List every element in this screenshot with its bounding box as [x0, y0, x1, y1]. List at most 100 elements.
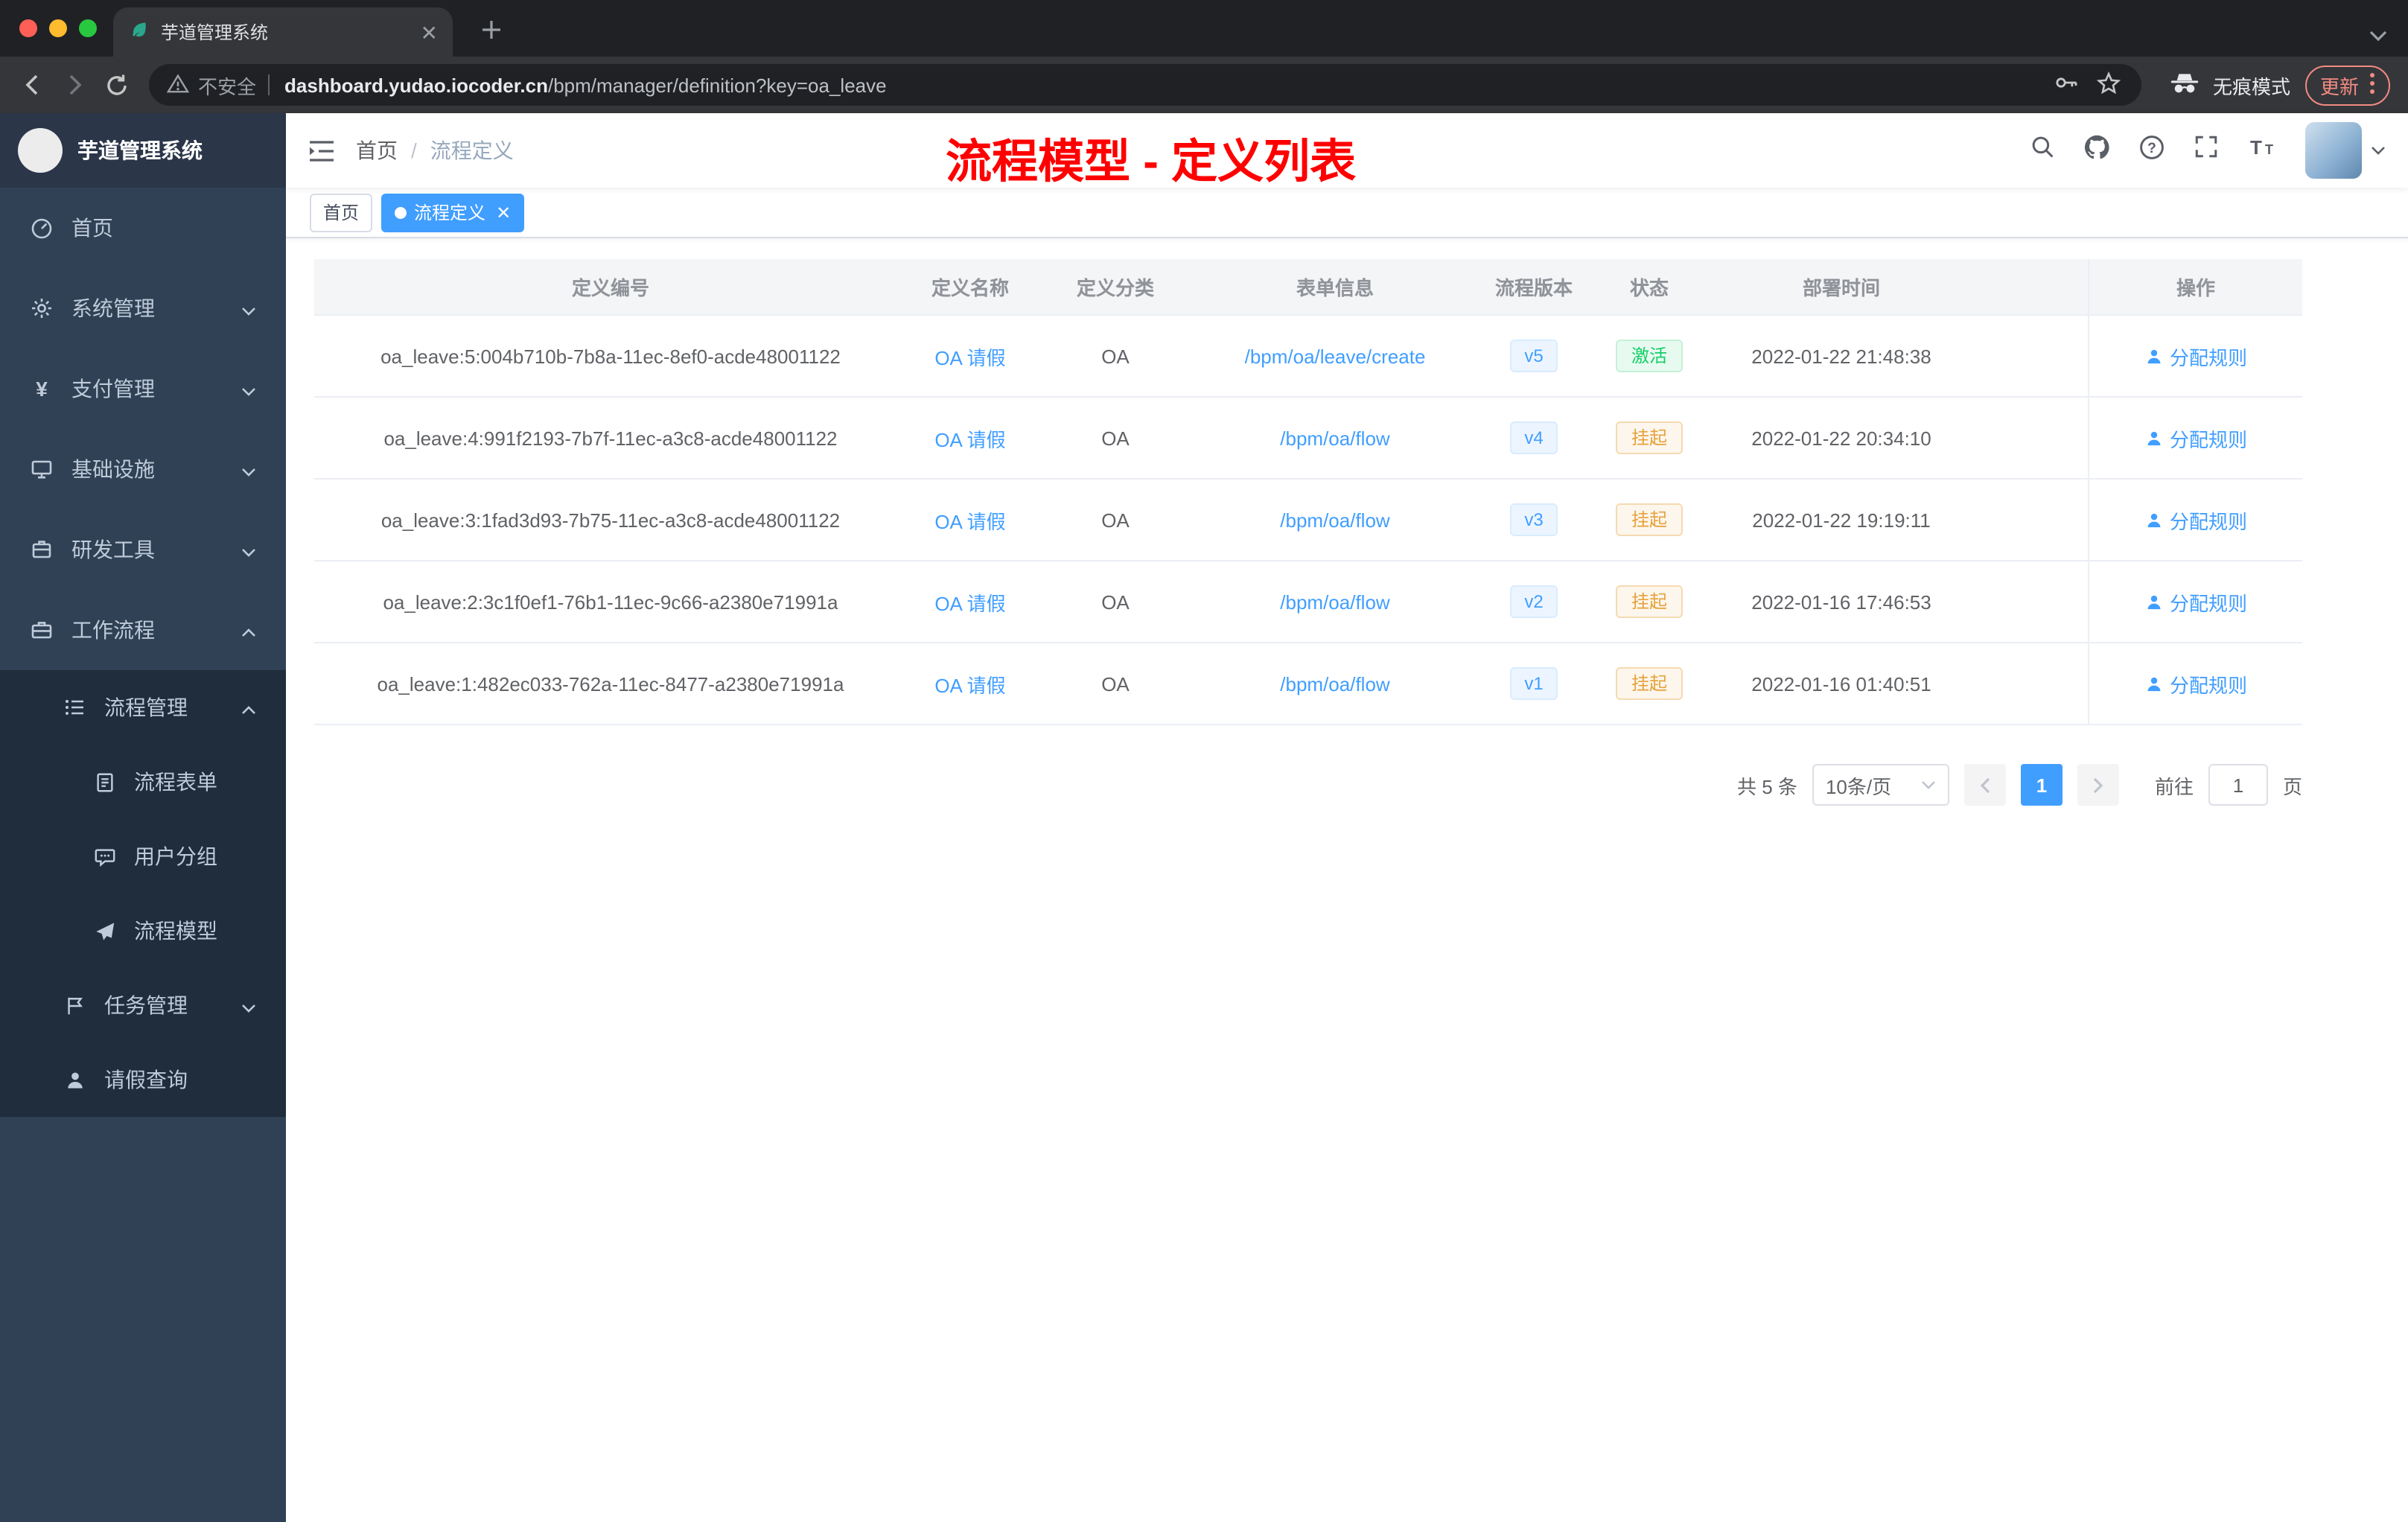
sidebar-item-label: 流程表单	[134, 770, 217, 794]
form-link[interactable]: /bpm/oa/flow	[1197, 561, 1473, 642]
tag-close-icon[interactable]: ✕	[496, 203, 511, 221]
sidebar: 芋道管理系统 首页 系统管理 ¥ 支付管理 基础设施 研发工具 工作流程 流程管…	[0, 113, 286, 1522]
logo-avatar	[18, 128, 63, 173]
definition-name-link[interactable]: OA 请假	[907, 643, 1033, 724]
back-icon[interactable]	[12, 64, 54, 106]
version-tag: v1	[1509, 666, 1558, 701]
sidebar-item-infra[interactable]: 基础设施	[0, 429, 286, 509]
column-header: 部署时间	[1802, 277, 1880, 299]
briefcase-icon	[30, 618, 54, 642]
tab-close-icon[interactable]: ✕	[421, 22, 438, 42]
assign-rule-link[interactable]: 分配规则	[2144, 342, 2247, 370]
tab-search-chevron-icon[interactable]	[2369, 22, 2387, 49]
sidebar-item-label: 基础设施	[71, 457, 155, 481]
chevron-down-icon	[241, 377, 256, 401]
sidebar-item-task-management[interactable]: 任务管理	[0, 968, 286, 1042]
sidebar-item-home[interactable]: 首页	[0, 188, 286, 268]
page-number-button[interactable]: 1	[2020, 764, 2063, 806]
window-controls	[19, 19, 97, 37]
version-cell: v4	[1473, 398, 1595, 478]
font-size-icon[interactable]: TT	[2247, 134, 2277, 167]
definition-name-link[interactable]: OA 请假	[907, 398, 1033, 478]
breadcrumb-home[interactable]: 首页	[356, 136, 398, 165]
assign-rule-link[interactable]: 分配规则	[2144, 424, 2247, 452]
form-link[interactable]: /bpm/oa/leave/create	[1197, 316, 1473, 396]
next-page-button[interactable]	[2077, 764, 2119, 806]
form-document-icon	[92, 770, 116, 794]
tag-process-definition[interactable]: 流程定义 ✕	[381, 193, 525, 232]
form-link[interactable]: /bpm/oa/flow	[1197, 643, 1473, 724]
deploy-time: 2022-01-16 01:40:51	[1751, 672, 1931, 695]
action-cell: 分配规则	[2088, 398, 2302, 478]
sidebar-item-system[interactable]: 系统管理	[0, 268, 286, 348]
window-minimize-button[interactable]	[49, 19, 67, 37]
assign-rule-link[interactable]: 分配规则	[2144, 588, 2247, 616]
sidebar-item-process-form[interactable]: 流程表单	[0, 745, 286, 819]
column-header: 流程版本	[1494, 277, 1573, 299]
definition-id: oa_leave:1:482ec033-762a-11ec-8477-a2380…	[377, 672, 844, 695]
sidebar-item-process-model[interactable]: 流程模型	[0, 894, 286, 968]
user-avatar-menu[interactable]	[2305, 122, 2386, 179]
definition-name-link[interactable]: OA 请假	[907, 480, 1033, 560]
sidebar-item-leave-query[interactable]: 请假查询	[0, 1042, 286, 1117]
table-row: oa_leave:5:004b710b-7b8a-11ec-8ef0-acde4…	[314, 316, 2302, 398]
definition-category: OA	[1101, 345, 1130, 367]
sidebar-item-payment[interactable]: ¥ 支付管理	[0, 348, 286, 429]
definition-name-link[interactable]: OA 请假	[907, 561, 1033, 642]
tab-favicon-leaf-icon	[128, 19, 149, 45]
github-icon[interactable]	[2083, 133, 2110, 168]
sidebar-toggle-hamburger-icon[interactable]	[308, 139, 335, 162]
breadcrumb-current: 流程定义	[430, 138, 514, 162]
definition-name-link[interactable]: OA 请假	[907, 316, 1033, 396]
definition-id: oa_leave:4:991f2193-7b7f-11ec-a3c8-acde4…	[383, 427, 838, 449]
sidebar-item-label: 任务管理	[104, 993, 188, 1017]
search-icon[interactable]	[2030, 134, 2055, 167]
password-key-icon[interactable]	[2054, 71, 2079, 98]
table-row: oa_leave:4:991f2193-7b7f-11ec-a3c8-acde4…	[314, 398, 2302, 480]
browser-menu-dots-icon[interactable]	[2369, 71, 2375, 99]
sidebar-item-label: 支付管理	[71, 377, 155, 401]
forward-icon[interactable]	[54, 64, 95, 106]
chevron-down-icon	[241, 296, 256, 320]
yen-icon: ¥	[36, 377, 48, 401]
tag-home[interactable]: 首页	[310, 193, 373, 232]
window-zoom-button[interactable]	[79, 19, 97, 37]
status-badge: 激活	[1616, 339, 1682, 373]
status-badge: 挂起	[1616, 585, 1682, 619]
status-cell: 挂起	[1595, 561, 1704, 642]
bookmark-star-icon[interactable]	[2096, 70, 2121, 99]
status-cell: 挂起	[1595, 643, 1704, 724]
chevron-down-icon	[241, 457, 256, 481]
gear-icon	[30, 296, 54, 320]
browser-tab[interactable]: 芋道管理系统 ✕	[113, 7, 453, 57]
version-tag: v3	[1509, 503, 1558, 537]
update-label: 更新	[2319, 75, 2359, 98]
sidebar-item-user-group[interactable]: 用户分组	[0, 819, 286, 894]
security-warning-icon[interactable]	[166, 72, 190, 98]
sidebar-item-process-management[interactable]: 流程管理	[0, 670, 286, 745]
browser-update-button[interactable]: 更新	[2305, 65, 2390, 105]
form-link[interactable]: /bpm/oa/flow	[1197, 480, 1473, 560]
fullscreen-icon[interactable]	[2194, 134, 2219, 167]
window-close-button[interactable]	[19, 19, 37, 37]
page-size-select[interactable]: 10条/页	[1812, 764, 1949, 806]
version-cell: v5	[1473, 316, 1595, 396]
sidebar-item-devtools[interactable]: 研发工具	[0, 509, 286, 590]
deploy-time: 2022-01-22 21:48:38	[1751, 345, 1931, 367]
sidebar-item-workflow[interactable]: 工作流程	[0, 590, 286, 670]
reload-icon[interactable]	[95, 64, 137, 106]
tag-active-dot	[395, 206, 407, 218]
form-link[interactable]: /bpm/oa/flow	[1197, 398, 1473, 478]
help-icon[interactable]: ?	[2138, 133, 2165, 168]
sidebar-item-label: 用户分组	[134, 844, 217, 868]
new-tab-button[interactable]	[474, 12, 509, 48]
address-bar[interactable]: 不安全 dashboard.yudao.iocoder.cn/bpm/manag…	[149, 64, 2141, 106]
assign-rule-link[interactable]: 分配规则	[2144, 669, 2247, 698]
goto-page-input[interactable]	[2208, 764, 2268, 806]
assign-rule-link[interactable]: 分配规则	[2144, 506, 2247, 534]
page-size-value: 10条/页	[1825, 775, 1892, 797]
prev-page-button[interactable]	[1963, 764, 2006, 806]
avatar[interactable]	[2305, 122, 2362, 179]
sidebar-logo[interactable]: 芋道管理系统	[0, 113, 286, 188]
security-label: 不安全	[198, 75, 257, 98]
